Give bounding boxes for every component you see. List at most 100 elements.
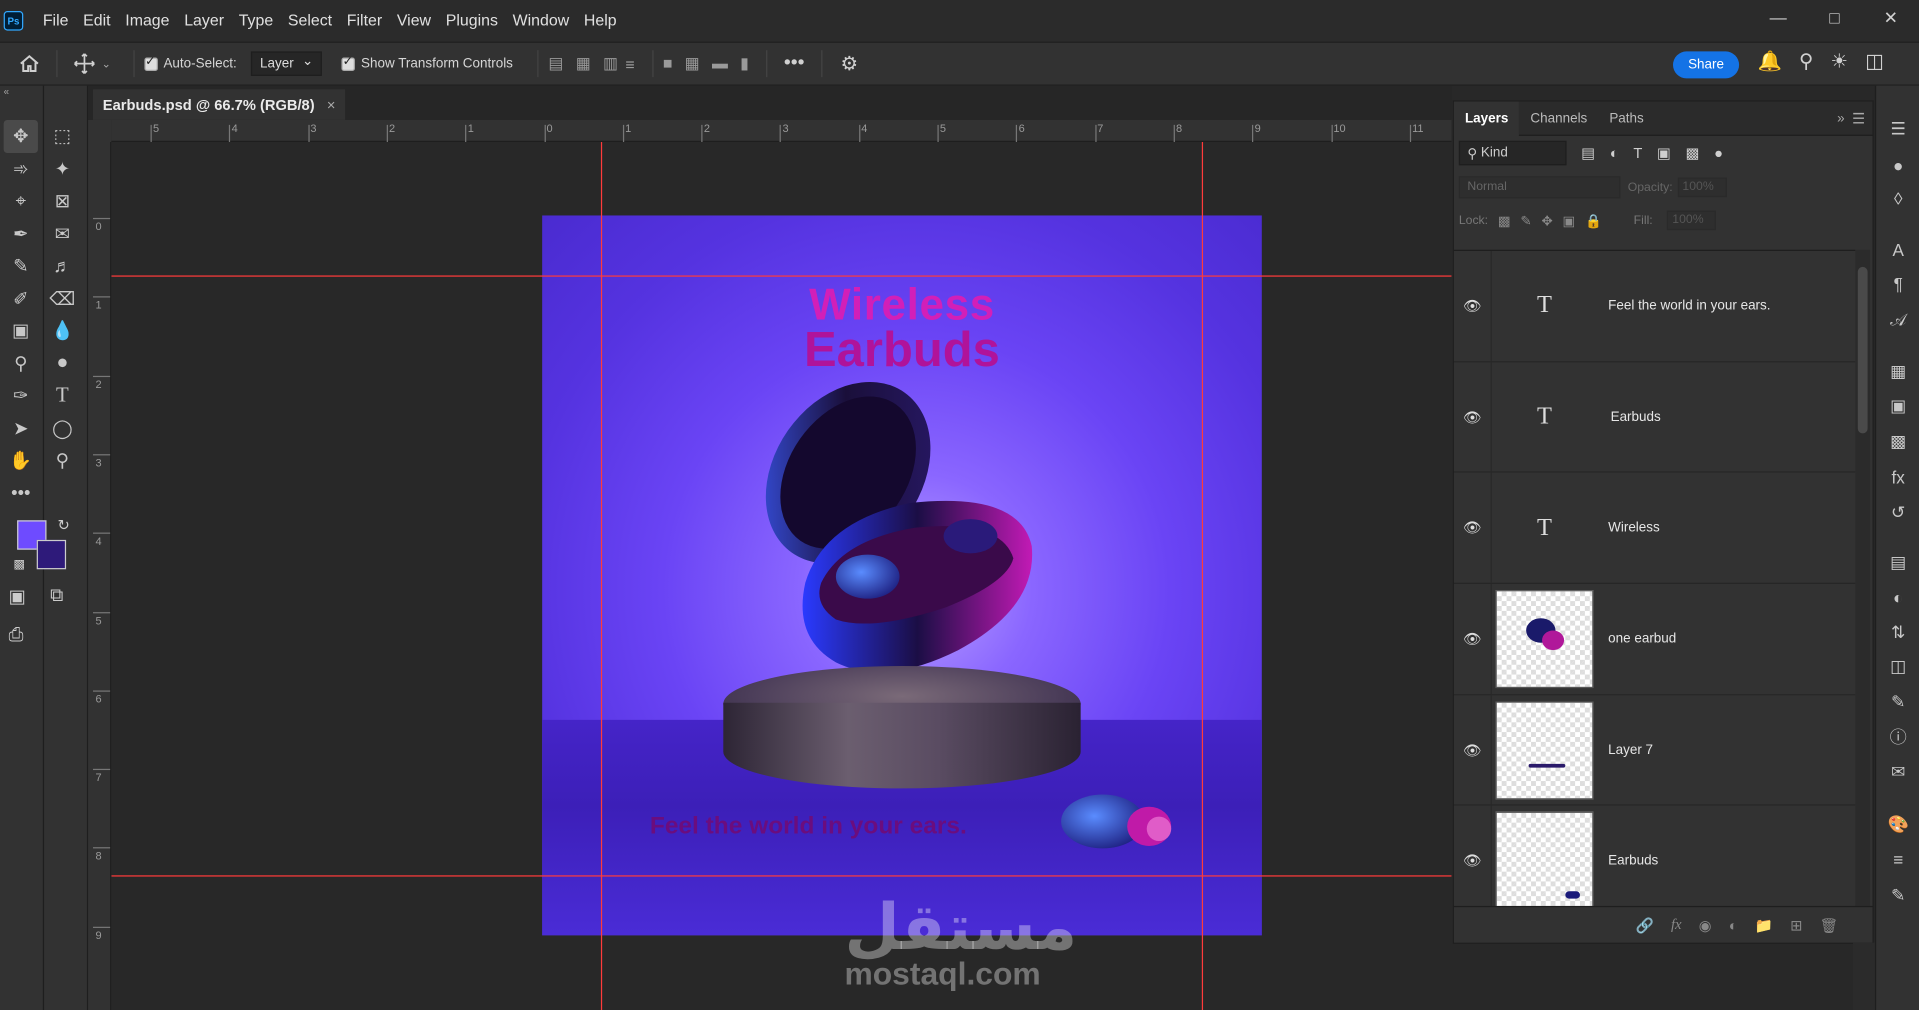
comments-icon[interactable]: ✉	[1887, 760, 1909, 782]
search-icon[interactable]: ⚲	[1799, 49, 1813, 73]
maximize-icon[interactable]: □	[1806, 0, 1862, 34]
burn-tool[interactable]: ⚫	[45, 347, 79, 379]
character-icon[interactable]: A	[1887, 239, 1909, 261]
styles-icon[interactable]: fx	[1887, 466, 1909, 488]
minimize-icon[interactable]: —	[1750, 0, 1806, 34]
background-color-swatch[interactable]	[36, 539, 67, 570]
add-mask-icon[interactable]: ◉	[1699, 916, 1712, 933]
menu-layer[interactable]: Layer	[177, 0, 231, 42]
horizontal-ruler[interactable]: 5 4 3 2 1 0 1 2 3 4 5 6 7 8 9 10 11	[111, 119, 1452, 143]
menu-help[interactable]: Help	[577, 0, 624, 42]
pen-tool[interactable]: ✑	[4, 380, 38, 412]
swap-colors-icon[interactable]: ↻	[58, 517, 70, 534]
lock-position-icon[interactable]: ✥	[1541, 212, 1552, 229]
lock-all-icon[interactable]: 🔒	[1585, 212, 1602, 229]
eye-icon[interactable]: 👁	[1454, 408, 1491, 425]
layer-name[interactable]: Wireless	[1608, 521, 1660, 536]
filter-toggle-icon[interactable]: ●	[1714, 144, 1723, 161]
adjustment-layer-icon[interactable]: ◐	[1729, 916, 1738, 933]
adjustment-filter-icon[interactable]: ◐	[1610, 144, 1619, 161]
link-layers-icon[interactable]: 🔗	[1636, 916, 1654, 933]
layer-name[interactable]: Feel the world in your ears.	[1608, 299, 1770, 314]
eraser-tool[interactable]: ⌫	[45, 282, 79, 314]
screen-mode-icon[interactable]: ⧉	[50, 585, 63, 606]
menu-file[interactable]: File	[35, 0, 75, 42]
healing-brush-tool[interactable]: ✉	[45, 217, 79, 249]
document-tab[interactable]: Earbuds.psd @ 66.7% (RGB/8) ×	[93, 89, 346, 120]
distribute-horizontal-icon[interactable]: ▮	[740, 54, 749, 74]
chevron-down-icon[interactable]: ⌄	[102, 57, 111, 70]
align-bottom-icon[interactable]: ▬	[712, 54, 728, 74]
align-top-icon[interactable]: ■	[663, 54, 673, 74]
more-options-icon[interactable]: •••	[777, 47, 811, 81]
eye-icon[interactable]: 👁	[1454, 519, 1491, 536]
history-icon[interactable]: ↺	[1887, 501, 1909, 523]
layer-row[interactable]: 👁 T Feel the world in your ears.	[1453, 250, 1856, 362]
color-icon[interactable]: 🎨	[1887, 813, 1909, 835]
fill-input[interactable]: 100%	[1667, 210, 1717, 231]
brush-tool[interactable]: ✎	[4, 250, 38, 282]
type-tool[interactable]: T	[45, 380, 79, 412]
channels-icon[interactable]: ●	[1887, 154, 1909, 176]
blur-tool[interactable]: 💧	[45, 315, 79, 347]
menu-type[interactable]: Type	[231, 0, 280, 42]
menu-image[interactable]: Image	[118, 0, 177, 42]
layer-row[interactable]: 👁 T Wireless	[1453, 473, 1856, 585]
canvas-area[interactable]: Wireless Earbuds Feel the world in your …	[111, 142, 1452, 1010]
lock-artboard-icon[interactable]: ▣	[1563, 212, 1576, 229]
align-middle-icon[interactable]: ▦	[685, 54, 700, 74]
tab-paths[interactable]: Paths	[1598, 101, 1654, 135]
layer-row[interactable]: 👁 one earbud	[1453, 584, 1856, 696]
move-tool[interactable]: ✥	[3, 119, 38, 153]
menu-plugins[interactable]: Plugins	[438, 0, 505, 42]
align-left-icon[interactable]: ▤	[548, 54, 563, 74]
gear-icon[interactable]: ⚙	[832, 47, 866, 81]
shape-filter-icon[interactable]: ▣	[1657, 144, 1671, 161]
magic-wand-tool[interactable]: ✦	[45, 152, 79, 184]
collapse-panel-icon[interactable]: »	[1837, 111, 1844, 126]
guide-horizontal-bottom[interactable]	[111, 875, 1452, 877]
paragraph-icon[interactable]: ¶	[1887, 273, 1909, 295]
menu-filter[interactable]: Filter	[339, 0, 389, 42]
layer-row[interactable]: 👁 T Earbuds	[1453, 361, 1856, 474]
fx-icon[interactable]: fx	[1671, 916, 1682, 934]
lock-transparent-icon[interactable]: ▩	[1498, 212, 1511, 229]
tab-channels[interactable]: Channels	[1519, 101, 1598, 135]
workspace-icon[interactable]: ◫	[1865, 49, 1884, 73]
lightbulb-icon[interactable]: ☀	[1830, 49, 1848, 73]
tagline-text[interactable]: Feel the world in your ears.	[650, 813, 967, 841]
eye-icon[interactable]: 👁	[1454, 741, 1491, 758]
lasso-tool[interactable]: ➾	[4, 152, 38, 184]
layer-name[interactable]: Earbuds	[1608, 854, 1658, 869]
zoom-tool[interactable]: ⚲	[45, 444, 79, 476]
layer-name[interactable]: Earbuds	[1611, 410, 1661, 425]
hand-tool[interactable]: ✋	[4, 444, 38, 476]
notes-icon[interactable]: ✎	[1887, 690, 1909, 712]
adjustments-icon[interactable]: ◐	[1887, 586, 1909, 608]
artboard[interactable]: Wireless Earbuds Feel the world in your …	[542, 215, 1262, 936]
vertical-ruler[interactable]: 0 1 2 3 4 5 6 7 8 9	[88, 142, 112, 1010]
pixel-filter-icon[interactable]: ▤	[1581, 144, 1595, 161]
default-colors-icon[interactable]: ▩	[13, 558, 25, 571]
patterns-icon[interactable]: ▩	[1887, 430, 1909, 452]
align-center-icon[interactable]: ▦	[576, 54, 591, 74]
ellipse-tool[interactable]: ◯	[45, 412, 79, 444]
show-transform-checkbox[interactable]	[341, 54, 355, 71]
eye-icon[interactable]: 👁	[1454, 630, 1491, 647]
type-filter-icon[interactable]: T	[1633, 144, 1642, 161]
properties-icon[interactable]: ⇅	[1887, 621, 1909, 643]
layer-name[interactable]: one earbud	[1608, 632, 1676, 647]
collapse-icon[interactable]: «	[4, 86, 9, 97]
crop-tool[interactable]: ⌖	[4, 185, 38, 217]
distribute-vertical-icon[interactable]: ≡	[625, 54, 634, 72]
eyedropper-tool[interactable]: ✒	[4, 217, 38, 249]
paths-icon[interactable]: ◊	[1887, 187, 1909, 209]
menu-view[interactable]: View	[389, 0, 438, 42]
close-icon[interactable]: ✕	[1863, 0, 1919, 34]
layer-row[interactable]: 👁 Layer 7	[1453, 695, 1856, 807]
menu-window[interactable]: Window	[505, 0, 576, 42]
panel-menu-icon[interactable]: ☰	[1852, 110, 1865, 127]
align-right-icon[interactable]: ▥	[603, 54, 618, 74]
edit-toolbar-icon[interactable]: •••	[4, 477, 38, 509]
move-tool-icon[interactable]	[67, 47, 101, 81]
